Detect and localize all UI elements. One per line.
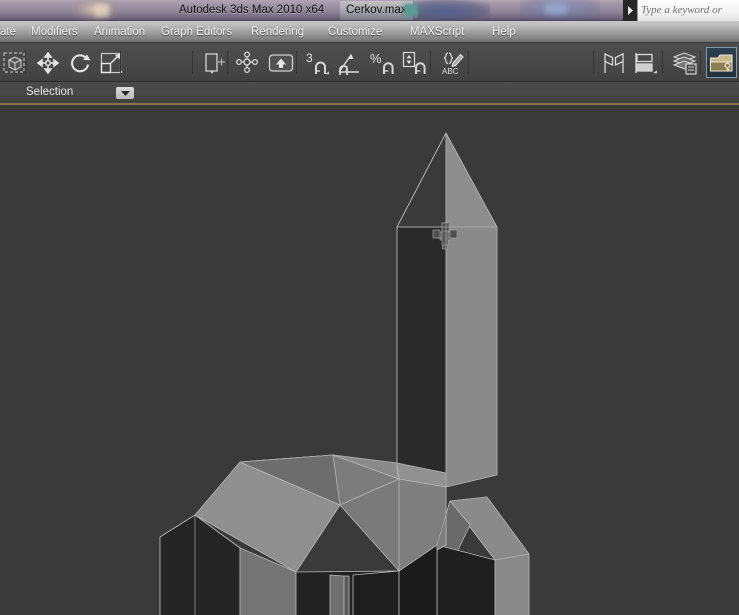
chevron-down-pill-icon[interactable] bbox=[116, 87, 134, 99]
toolbar-separator bbox=[227, 51, 228, 74]
angle-snap-magnet-icon bbox=[336, 50, 364, 76]
percent-snap-magnet-icon: % bbox=[370, 50, 398, 76]
toolbar-separator bbox=[700, 51, 701, 74]
toolbar-separator bbox=[593, 51, 594, 74]
document-title-chip[interactable]: Cerkov.max bbox=[340, 1, 413, 20]
align-boxes-icon bbox=[633, 51, 659, 75]
selection-strip-label: Selection bbox=[26, 82, 73, 103]
toolbar-separator bbox=[296, 51, 297, 74]
menu-customize[interactable]: Customize bbox=[328, 21, 382, 43]
main-toolbar: View bbox=[0, 43, 739, 82]
toolbar-separator bbox=[25, 51, 26, 74]
scale-square-icon bbox=[99, 51, 123, 75]
toolbox-key-icon bbox=[709, 51, 734, 74]
abc-pencil-icon: ABC bbox=[439, 50, 467, 76]
menu-rendering[interactable]: Rendering bbox=[251, 21, 304, 43]
material-editor-button[interactable] bbox=[706, 47, 737, 78]
keyword-search-placeholder: Type a keyword or bbox=[641, 3, 736, 18]
taskbar-thumbnail-right bbox=[545, 3, 567, 14]
menu-maxscript[interactable]: MAXScript bbox=[410, 21, 464, 43]
angle-snap-button[interactable] bbox=[335, 48, 364, 77]
edit-named-selection-button[interactable]: ABC bbox=[438, 48, 467, 77]
toolbar-separator bbox=[468, 51, 469, 74]
align-up-button[interactable] bbox=[266, 48, 295, 77]
svg-text:%: % bbox=[370, 51, 382, 66]
align-up-arrow-icon bbox=[268, 52, 294, 74]
rotate-arrow-icon bbox=[68, 51, 92, 75]
tower-wall-front bbox=[397, 227, 446, 487]
app-title: Autodesk 3ds Max 2010 x64 bbox=[179, 2, 324, 19]
menu-bar: ate Modifiers Animation Graph Editors Re… bbox=[0, 21, 739, 43]
svg-text:ABC: ABC bbox=[442, 67, 459, 76]
spinner-snap-magnet-icon bbox=[402, 50, 430, 76]
nave-wall-right-section bbox=[353, 571, 399, 615]
triangle-right-icon[interactable] bbox=[623, 0, 637, 21]
use-center-button[interactable] bbox=[199, 48, 228, 77]
snaps-toggle-button[interactable]: 3 bbox=[303, 48, 332, 77]
select-cube-icon bbox=[3, 51, 27, 75]
mirror-flags-icon bbox=[601, 51, 627, 75]
mirror-button[interactable] bbox=[599, 48, 628, 77]
toolbar-separator bbox=[120, 51, 121, 74]
percent-snap-button[interactable]: % bbox=[369, 48, 398, 77]
menu-create[interactable]: ate bbox=[0, 21, 16, 43]
mirror-axis-icon bbox=[235, 51, 259, 75]
toolbar-separator bbox=[192, 51, 193, 74]
menu-modifiers[interactable]: Modifiers bbox=[31, 21, 78, 43]
windows-taskbar: Autodesk 3ds Max 2010 x64 Cerkov.max Typ… bbox=[0, 0, 739, 21]
mirror-axis-button[interactable] bbox=[232, 48, 261, 77]
svg-text:3: 3 bbox=[306, 51, 313, 65]
church-model-render bbox=[0, 105, 739, 615]
spinner-snap-button[interactable] bbox=[401, 48, 430, 77]
taskbar-thumbnail-left bbox=[95, 4, 109, 17]
apse-wall-front bbox=[437, 545, 495, 615]
tower-wall-right bbox=[446, 227, 497, 487]
menu-animation[interactable]: Animation bbox=[94, 21, 145, 43]
toolbar-separator bbox=[430, 51, 431, 74]
apse-wall-right bbox=[495, 554, 529, 615]
selection-strip: Selection bbox=[0, 82, 739, 103]
menu-help[interactable]: Help bbox=[492, 21, 516, 43]
menu-graph-editors[interactable]: Graph Editors bbox=[161, 21, 232, 43]
select-and-rotate-button[interactable] bbox=[65, 48, 94, 77]
snap-3-magnet-icon: 3 bbox=[304, 50, 332, 76]
layer-manager-button[interactable] bbox=[670, 48, 699, 77]
spire-face-front bbox=[397, 133, 446, 227]
spire-face-right bbox=[446, 133, 497, 227]
layers-stack-icon bbox=[671, 50, 699, 76]
select-and-move-button[interactable] bbox=[33, 48, 62, 77]
align-button[interactable] bbox=[631, 48, 660, 77]
nave-buttress bbox=[330, 575, 344, 615]
keyword-search-box[interactable]: Type a keyword or bbox=[637, 0, 739, 21]
pivot-center-icon bbox=[202, 51, 226, 75]
toolbar-separator bbox=[662, 51, 663, 74]
perspective-viewport[interactable] bbox=[0, 105, 739, 615]
app-thumbnail-icon bbox=[404, 4, 418, 17]
nave-buttress-side bbox=[344, 576, 349, 615]
move-gizmo-icon bbox=[36, 51, 60, 75]
